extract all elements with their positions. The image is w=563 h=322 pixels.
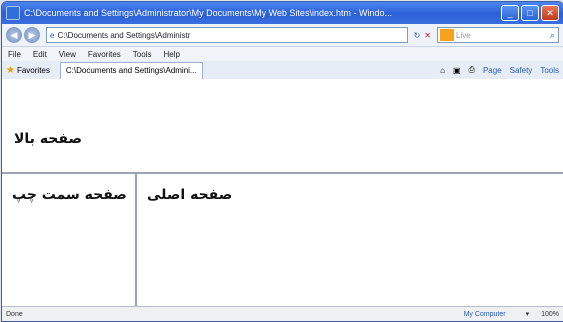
tools-menu[interactable]: Tools — [540, 66, 559, 75]
minimize-button[interactable]: _ — [501, 5, 519, 21]
left-frame-text: صفحه سمت چپ — [12, 187, 127, 203]
live-search-icon — [440, 29, 454, 41]
address-bar: ◀ ▶ e C:\Documents and Settings\Administ… — [2, 24, 563, 47]
ie-icon — [6, 6, 20, 20]
url-text: C:\Documents and Settings\Administr — [57, 30, 191, 40]
page-content: صفحه بالا صفحه سمت چپ صفحه اصلی — [2, 79, 563, 308]
safety-menu[interactable]: Safety — [510, 66, 533, 75]
stop-button[interactable]: ✕ — [424, 31, 431, 40]
forward-button[interactable]: ▶ — [24, 27, 40, 43]
menu-edit[interactable]: Edit — [33, 50, 47, 59]
page-icon: e — [50, 30, 55, 40]
menu-tools[interactable]: Tools — [133, 50, 152, 59]
menu-bar: File Edit View Favorites Tools Help — [2, 47, 563, 61]
star-icon: ★ — [6, 64, 15, 76]
maximize-button[interactable]: □ — [521, 5, 539, 21]
print-icon[interactable]: ⎙ — [469, 65, 475, 75]
search-icon[interactable]: ⌕ — [550, 30, 558, 41]
feeds-icon[interactable]: ▣ — [453, 66, 461, 75]
left-frame: صفحه سمت چپ — [2, 174, 137, 308]
main-frame-text: صفحه اصلی — [147, 187, 233, 203]
menu-view[interactable]: View — [59, 50, 76, 59]
search-input[interactable]: Live ⌕ — [437, 27, 559, 43]
top-frame: صفحه بالا — [2, 79, 563, 174]
favorites-bar: ★ Favorites C:\Documents and Settings\Ad… — [2, 61, 563, 80]
title-bar[interactable]: C:\Documents and Settings\Administrator\… — [2, 2, 563, 24]
url-input[interactable]: e C:\Documents and Settings\Administr — [46, 27, 408, 43]
command-bar: ⌂ ▣ ⎙ Page Safety Tools — [432, 65, 559, 75]
status-bar: Done My Computer ▾ 100% — [2, 306, 563, 321]
tab-current[interactable]: C:\Documents and Settings\Admini... — [59, 61, 203, 79]
status-text: Done — [6, 310, 23, 318]
top-frame-text: صفحه بالا — [14, 131, 82, 147]
favorites-label: Favorites — [16, 65, 50, 75]
security-zone: My Computer — [463, 310, 506, 318]
home-icon[interactable]: ⌂ — [440, 66, 445, 75]
close-button[interactable]: ✕ — [541, 5, 559, 21]
refresh-button[interactable]: ↻ — [414, 31, 421, 40]
menu-file[interactable]: File — [8, 50, 21, 59]
favorites-button[interactable]: ★ Favorites — [6, 65, 50, 76]
page-menu[interactable]: Page — [483, 66, 502, 75]
zoom-level[interactable]: 100% — [541, 311, 559, 318]
search-placeholder: Live — [456, 30, 471, 40]
window-title: C:\Documents and Settings\Administrator\… — [24, 8, 392, 18]
back-button[interactable]: ◀ — [6, 27, 22, 43]
browser-window: C:\Documents and Settings\Administrator\… — [1, 1, 563, 322]
tab-label: C:\Documents and Settings\Admini... — [65, 65, 197, 75]
menu-favorites[interactable]: Favorites — [88, 50, 121, 59]
main-frame: صفحه اصلی — [137, 174, 563, 308]
menu-help[interactable]: Help — [163, 50, 179, 59]
protected-mode-icon[interactable]: ▾ — [526, 310, 530, 318]
